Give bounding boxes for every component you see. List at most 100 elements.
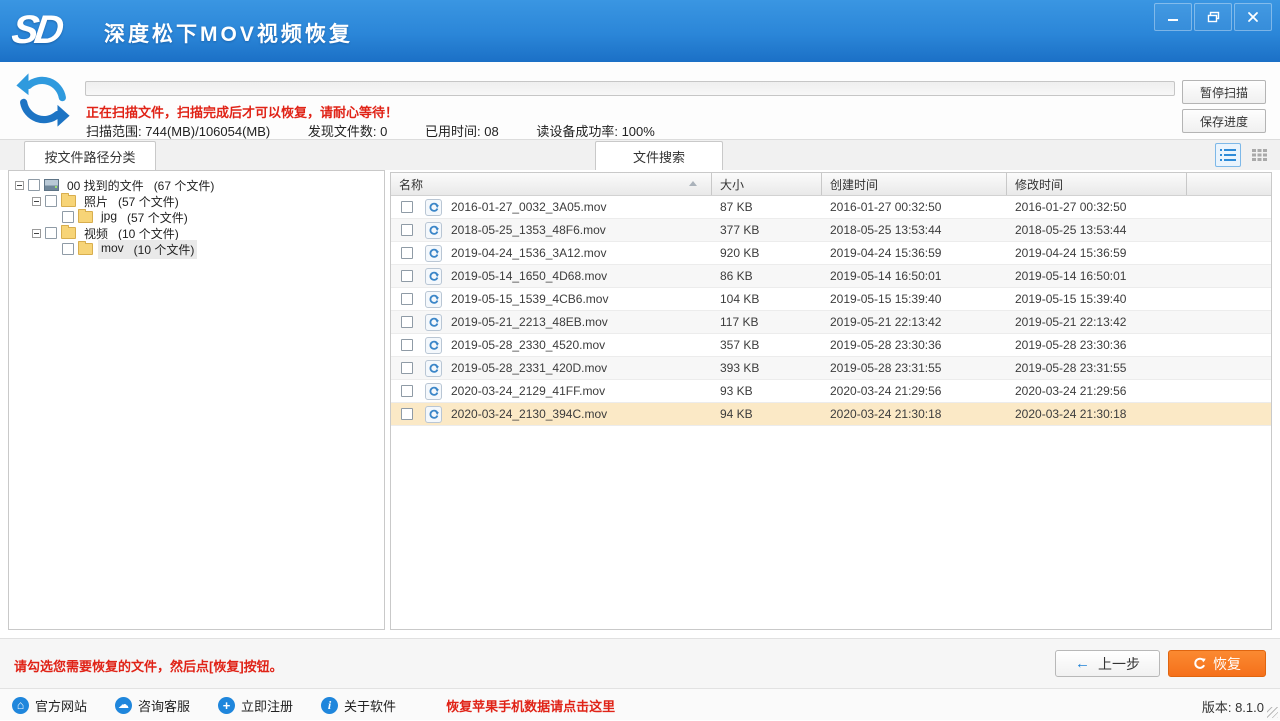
save-progress-button[interactable]: 保存进度 bbox=[1182, 109, 1266, 133]
back-button[interactable]: ← 上一步 bbox=[1055, 650, 1160, 677]
minimize-button[interactable] bbox=[1154, 3, 1192, 31]
media-file-icon bbox=[425, 360, 442, 377]
home-icon bbox=[12, 697, 29, 714]
file-path-tree-panel: 00 找到的文件 (67 个文件) 照片 (57 个文件) jpg (57 个文… bbox=[8, 170, 385, 630]
file-name: 2019-05-28_2330_4520.mov bbox=[445, 338, 711, 352]
row-checkbox[interactable] bbox=[401, 201, 413, 213]
collapse-expander-icon[interactable] bbox=[32, 229, 41, 238]
row-checkbox[interactable] bbox=[401, 270, 413, 282]
media-file-icon bbox=[425, 245, 442, 262]
file-size: 117 KB bbox=[711, 315, 821, 329]
title-bar: SD 深度松下MOV视频恢复 bbox=[0, 0, 1280, 62]
pause-scan-button[interactable]: 暂停扫描 bbox=[1182, 80, 1266, 104]
table-row[interactable]: 2019-05-15_1539_4CB6.mov 104 KB 2019-05-… bbox=[391, 288, 1271, 311]
scan-stats: 扫描范围: 744(MB)/106054(MB) 发现文件数: 0 已用时间: … bbox=[86, 121, 689, 140]
table-row[interactable]: 2020-03-24_2130_394C.mov 94 KB 2020-03-2… bbox=[391, 403, 1271, 426]
scan-status-message: 正在扫描文件，扫描完成后才可以恢复，请耐心等待！ bbox=[86, 102, 398, 121]
row-checkbox[interactable] bbox=[401, 408, 413, 420]
footer-link-label: 官方网站 bbox=[35, 696, 87, 715]
row-checkbox[interactable] bbox=[401, 316, 413, 328]
footer-link[interactable]: 咨询客服 bbox=[115, 696, 190, 715]
file-created: 2019-05-28 23:31:55 bbox=[821, 361, 1006, 375]
tree-item-label: mov bbox=[101, 241, 124, 258]
resize-grip[interactable] bbox=[1267, 707, 1278, 718]
file-size: 377 KB bbox=[711, 223, 821, 237]
footer-link-label: 关于软件 bbox=[344, 696, 396, 715]
file-table-panel: 名称 大小 创建时间 修改时间 2016-01-27_0032_3A05.mov… bbox=[390, 172, 1272, 630]
tree-item[interactable]: mov (10 个文件) bbox=[9, 241, 384, 257]
row-checkbox[interactable] bbox=[401, 385, 413, 397]
collapse-expander-icon[interactable] bbox=[15, 181, 24, 190]
table-row[interactable]: 2019-05-21_2213_48EB.mov 117 KB 2019-05-… bbox=[391, 311, 1271, 334]
column-header-modified[interactable]: 修改时间 bbox=[1006, 173, 1186, 195]
row-checkbox[interactable] bbox=[401, 247, 413, 259]
media-file-icon bbox=[425, 383, 442, 400]
tree-checkbox[interactable] bbox=[45, 195, 57, 207]
file-name: 2019-04-24_1536_3A12.mov bbox=[445, 246, 711, 260]
row-checkbox[interactable] bbox=[401, 293, 413, 305]
file-size: 357 KB bbox=[711, 338, 821, 352]
grid-view-icon bbox=[1252, 148, 1267, 162]
row-checkbox[interactable] bbox=[401, 224, 413, 236]
row-checkbox[interactable] bbox=[401, 339, 413, 351]
file-created: 2019-05-14 16:50:01 bbox=[821, 269, 1006, 283]
file-name: 2018-05-25_1353_48F6.mov bbox=[445, 223, 711, 237]
folder-icon bbox=[78, 243, 93, 255]
tree-item[interactable]: 照片 (57 个文件) bbox=[9, 193, 384, 209]
version-text: 版本: 8.1.0 bbox=[1202, 697, 1264, 716]
close-button[interactable] bbox=[1234, 3, 1272, 31]
file-modified: 2019-05-14 16:50:01 bbox=[1006, 269, 1186, 283]
window-controls bbox=[1154, 3, 1272, 31]
row-checkbox[interactable] bbox=[401, 362, 413, 374]
collapse-expander-icon[interactable] bbox=[32, 197, 41, 206]
minimize-icon bbox=[1167, 11, 1179, 23]
table-row[interactable]: 2020-03-24_2129_41FF.mov 93 KB 2020-03-2… bbox=[391, 380, 1271, 403]
file-modified: 2020-03-24 21:29:56 bbox=[1006, 384, 1186, 398]
scan-progress-bar bbox=[85, 81, 1175, 96]
footer-link[interactable]: 关于软件 bbox=[321, 696, 396, 715]
file-modified: 2019-05-15 15:39:40 bbox=[1006, 292, 1186, 306]
list-view-icon bbox=[1220, 148, 1236, 162]
list-view-button[interactable] bbox=[1215, 143, 1241, 167]
file-size: 93 KB bbox=[711, 384, 821, 398]
table-row[interactable]: 2019-05-14_1650_4D68.mov 86 KB 2019-05-1… bbox=[391, 265, 1271, 288]
tree-checkbox[interactable] bbox=[28, 179, 40, 191]
file-modified: 2019-05-21 22:13:42 bbox=[1006, 315, 1186, 329]
tab-strip: 按文件路径分类 文件搜索 bbox=[0, 140, 1280, 170]
table-row[interactable]: 2018-05-25_1353_48F6.mov 377 KB 2018-05-… bbox=[391, 219, 1271, 242]
file-modified: 2018-05-25 13:53:44 bbox=[1006, 223, 1186, 237]
column-header-created[interactable]: 创建时间 bbox=[821, 173, 1006, 195]
table-row[interactable]: 2019-04-24_1536_3A12.mov 920 KB 2019-04-… bbox=[391, 242, 1271, 265]
tree-checkbox[interactable] bbox=[62, 211, 74, 223]
tree-item[interactable]: 00 找到的文件 (67 个文件) bbox=[9, 177, 384, 193]
tree-checkbox[interactable] bbox=[45, 227, 57, 239]
restore-button[interactable] bbox=[1194, 3, 1232, 31]
tab-classify-by-path[interactable]: 按文件路径分类 bbox=[24, 141, 156, 170]
tree-checkbox[interactable] bbox=[62, 243, 74, 255]
app-logo: SD bbox=[9, 8, 95, 54]
file-name: 2020-03-24_2130_394C.mov bbox=[445, 407, 711, 421]
folder-icon bbox=[78, 211, 93, 223]
folder-icon bbox=[61, 227, 76, 239]
recover-button[interactable]: 恢复 bbox=[1168, 650, 1266, 677]
column-header-size[interactable]: 大小 bbox=[711, 173, 821, 195]
apple-recovery-link[interactable]: 恢复苹果手机数据请点击这里 bbox=[446, 696, 615, 715]
footer-links: 官方网站 咨询客服 立即注册 关于软件 恢复苹果手机数据请点击这里 bbox=[12, 689, 615, 721]
column-header-name[interactable]: 名称 bbox=[391, 173, 711, 195]
footer-link[interactable]: 立即注册 bbox=[218, 696, 293, 715]
media-file-icon bbox=[425, 406, 442, 423]
cloud-icon bbox=[115, 697, 132, 714]
back-arrow-icon: ← bbox=[1075, 655, 1090, 672]
recover-refresh-icon bbox=[1193, 657, 1206, 670]
table-row[interactable]: 2016-01-27_0032_3A05.mov 87 KB 2016-01-2… bbox=[391, 196, 1271, 219]
tab-file-search[interactable]: 文件搜索 bbox=[595, 141, 723, 170]
footer-link[interactable]: 官方网站 bbox=[12, 696, 87, 715]
table-row[interactable]: 2019-05-28_2330_4520.mov 357 KB 2019-05-… bbox=[391, 334, 1271, 357]
grid-view-button[interactable] bbox=[1246, 143, 1272, 167]
sort-ascending-icon bbox=[689, 181, 697, 186]
file-size: 87 KB bbox=[711, 200, 821, 214]
file-size: 920 KB bbox=[711, 246, 821, 260]
view-toggles bbox=[1215, 143, 1272, 167]
tree-item[interactable]: jpg (57 个文件) bbox=[9, 209, 384, 225]
table-row[interactable]: 2019-05-28_2331_420D.mov 393 KB 2019-05-… bbox=[391, 357, 1271, 380]
